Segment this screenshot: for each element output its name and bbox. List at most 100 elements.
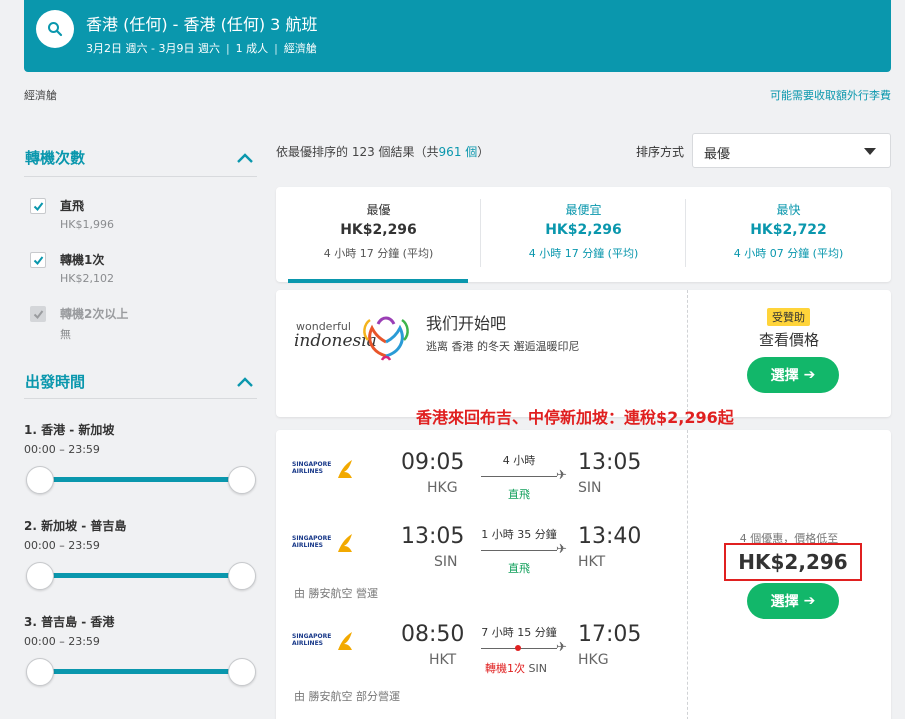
checkbox-checked[interactable]: [30, 252, 46, 268]
sponsored-ad-card[interactable]: wonderful indonesia 我们开始吧 逃离 香港 的冬天 邂逅温暖…: [276, 290, 891, 417]
results-prefix: 依最優排序的 123 個結果（共: [276, 145, 439, 159]
flight-select-button[interactable]: 選擇 ➔: [747, 583, 839, 619]
divider: [687, 290, 688, 417]
sort-label: 排序方式: [636, 145, 685, 159]
slider-handle-end[interactable]: [228, 562, 256, 590]
flight-duration: 1 小時 35 分鐘: [481, 528, 557, 541]
departure-airport: SIN: [434, 554, 458, 570]
slider-track: [40, 669, 242, 674]
option-label: 直飛: [60, 199, 85, 213]
cabin-class: 經濟艙: [283, 42, 317, 55]
departure-time: 09:05: [401, 450, 465, 475]
time-range: 00:00 – 23:59: [24, 443, 100, 456]
route-title: 香港 (任何) - 香港 (任何) 3 航班: [86, 15, 318, 34]
slider-handle-start[interactable]: [26, 466, 54, 494]
option-price: HK$2,102: [60, 272, 114, 285]
stops-option-one-stop[interactable]: 轉機1次 HK$2,102: [30, 251, 114, 285]
arrival-airport: HKT: [578, 554, 606, 570]
stop-info: 直飛: [508, 562, 530, 575]
slider-handle-end[interactable]: [228, 658, 256, 686]
flight-duration: 4 小時: [502, 454, 536, 467]
search-summary-bar[interactable]: 香港 (任何) - 香港 (任何) 3 航班 3月2日 週六 - 3月9日 週六…: [24, 0, 891, 72]
tab-duration: 4 小時 17 分鐘 (平均): [528, 247, 639, 260]
chevron-up-icon[interactable]: [236, 376, 254, 388]
tab-fastest[interactable]: 最快 HK$2,722 4 小時 07 分鐘 (平均): [686, 187, 891, 282]
airline-logo: SINGAPORE AIRLINES: [292, 532, 354, 554]
checkbox-disabled: [30, 306, 46, 322]
arrival-time: 13:40: [578, 524, 642, 549]
time-range: 00:00 – 23:59: [24, 539, 100, 552]
stopover-dot: [515, 645, 521, 651]
arrival-airport: HKG: [578, 652, 609, 668]
active-tab-indicator: [288, 279, 468, 283]
stop-info: 轉機1次 SIN: [485, 660, 575, 676]
option-price: 無: [60, 328, 71, 341]
ad-title: 我们开始吧: [426, 314, 507, 333]
tab-price: HK$2,722: [750, 222, 827, 238]
arrival-time: 17:05: [578, 622, 642, 647]
stops-filter-title[interactable]: 轉機次數: [25, 147, 85, 168]
baggage-fee-link[interactable]: 可能需要收取額外行李費: [770, 87, 891, 103]
leg-title: 3. 普吉島 - 香港: [24, 615, 115, 629]
slider-track: [40, 477, 242, 482]
slider-handle-start[interactable]: [26, 658, 54, 686]
arrow-right-icon: ➔: [803, 367, 816, 383]
airline-bird-icon: [338, 632, 352, 650]
flight-duration: 7 小時 15 分鐘: [481, 626, 557, 639]
sort-dropdown[interactable]: 最優: [692, 133, 891, 168]
departure-filter-title[interactable]: 出發時間: [25, 371, 85, 392]
checkbox-checked[interactable]: [30, 198, 46, 214]
promo-annotation: 香港來回布吉、中停新加坡：連稅$2,296起: [416, 408, 734, 427]
stops-option-direct[interactable]: 直飛 HK$1,996: [30, 197, 114, 231]
departure-airport: HKT: [429, 652, 457, 668]
results-suffix: ）: [477, 145, 490, 159]
stop-airport: SIN: [528, 662, 547, 675]
flight-result-card[interactable]: SINGAPORE AIRLINES 09:05 HKG 4 小時 ✈ 直飛 13…: [276, 430, 891, 719]
tab-label: 最便宜: [565, 203, 602, 217]
airline-name: SINGAPORE AIRLINES: [292, 535, 332, 549]
arrow-right-icon: ➔: [803, 593, 816, 609]
stops-option-two-plus: 轉機2次以上 無: [30, 305, 128, 342]
tab-price: HK$2,296: [545, 222, 622, 238]
slider-handle-end[interactable]: [228, 466, 256, 494]
operated-by: 由 勝安航空 營運: [294, 587, 378, 600]
departure-time: 08:50: [401, 622, 465, 647]
arrival-airport: SIN: [578, 480, 602, 496]
leg-title: 1. 香港 - 新加坡: [24, 423, 115, 437]
separator: |: [274, 41, 278, 55]
airline-logo: SINGAPORE AIRLINES: [292, 630, 354, 652]
time-slider[interactable]: [26, 561, 256, 591]
tab-best[interactable]: 最優 HK$2,296 4 小時 17 分鐘 (平均): [276, 187, 481, 282]
stop-count: 轉機1次: [485, 662, 525, 675]
ad-select-button[interactable]: 選擇 ➔: [747, 357, 839, 393]
airline-name: SINGAPORE AIRLINES: [292, 633, 332, 647]
tab-duration: 4 小時 07 分鐘 (平均): [733, 247, 844, 260]
divider: [24, 176, 257, 177]
button-label: 選擇: [770, 368, 799, 384]
tab-duration: 4 小時 17 分鐘 (平均): [323, 247, 434, 260]
time-slider[interactable]: [26, 465, 256, 495]
tab-cheapest[interactable]: 最便宜 HK$2,296 4 小時 17 分鐘 (平均): [481, 187, 686, 282]
airline-bird-icon: [338, 534, 352, 552]
departure-time: 13:05: [401, 524, 465, 549]
button-label: 選擇: [770, 594, 799, 610]
slider-handle-start[interactable]: [26, 562, 54, 590]
chevron-up-icon[interactable]: [236, 152, 254, 164]
airline-logo: SINGAPORE AIRLINES: [292, 458, 354, 480]
operated-by: 由 勝安航空 部分營運: [294, 690, 400, 703]
sponsored-badge: 受贊助: [767, 308, 810, 326]
plane-icon: ✈: [556, 468, 567, 483]
search-button[interactable]: [36, 10, 74, 48]
results-count: 依最優排序的 123 個結果（共961 個）: [276, 143, 489, 160]
checkmark-icon: [33, 309, 43, 319]
checkmark-icon: [33, 255, 43, 265]
plane-icon: ✈: [556, 640, 567, 655]
ad-description: 逃离 香港 的冬天 邂逅温暖印尼: [426, 340, 580, 353]
cabin-label: 經濟艙: [24, 89, 57, 102]
results-total-link[interactable]: 961 個: [439, 145, 478, 159]
slider-track: [40, 573, 242, 578]
tab-label: 最快: [776, 203, 801, 217]
time-slider[interactable]: [26, 657, 256, 687]
tab-label: 最優: [366, 203, 391, 217]
option-label: 轉機2次以上: [60, 307, 129, 321]
